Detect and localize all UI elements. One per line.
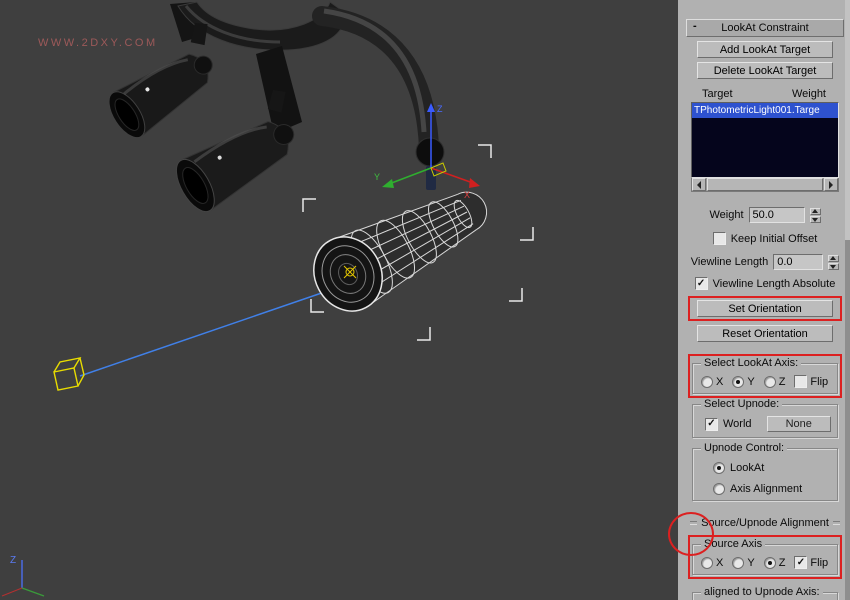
lookat-axis-flip-label: Flip: [810, 376, 828, 388]
source-axis-flip-label: Flip: [810, 557, 828, 569]
collapse-icon: -: [693, 20, 697, 32]
upnode-control-axis-alignment-label: Axis Alignment: [730, 483, 802, 495]
spin-down-icon[interactable]: [828, 263, 839, 270]
command-panel: - LookAt Constraint Add LookAt Target De…: [678, 0, 850, 600]
delete-lookat-target-button[interactable]: Delete LookAt Target: [697, 62, 833, 79]
gizmo-x-label: X: [464, 190, 470, 200]
spin-up-icon[interactable]: [828, 255, 839, 262]
aligned-to-upnode-axis-group: aligned to Upnode Axis:: [692, 592, 838, 600]
arrow-left-icon: [697, 181, 701, 189]
select-upnode-group: Select Upnode: World None: [692, 404, 838, 438]
lookat-axis-y-radio[interactable]: [732, 376, 744, 388]
weight-column-label: Weight: [792, 88, 826, 100]
target-column-label: Target: [702, 88, 733, 100]
list-horizontal-scrollbar[interactable]: [691, 178, 839, 192]
lookat-axis-z-label: Z: [779, 376, 786, 388]
weight-row: Weight: [686, 207, 844, 223]
viewline-length-label: Viewline Length: [691, 256, 768, 268]
source-axis-y-label: Y: [747, 557, 754, 569]
lookat-axis-y-label: Y: [747, 376, 754, 388]
viewport-canvas[interactable]: WWW.2DXY.COM: [0, 0, 678, 600]
viewline-absolute-label: Viewline Length Absolute: [713, 278, 836, 290]
select-upnode-title: Select Upnode:: [701, 398, 782, 410]
select-lookat-axis-title: Select LookAt Axis:: [701, 357, 801, 369]
rollout-title: LookAt Constraint: [721, 22, 808, 34]
weight-spinner[interactable]: [810, 208, 821, 223]
add-lookat-target-button[interactable]: Add LookAt Target: [697, 41, 833, 58]
source-axis-y-radio[interactable]: [732, 557, 744, 569]
viewline-length-spinner[interactable]: [828, 255, 839, 270]
list-header: Target Weight: [686, 88, 844, 102]
upnode-control-title: Upnode Control:: [701, 442, 787, 454]
spin-down-icon[interactable]: [810, 216, 821, 223]
gizmo-z-label: Z: [437, 104, 443, 114]
highlight-box-set-orientation: Set Orientation: [688, 296, 842, 321]
lookat-axis-x-radio[interactable]: [701, 376, 713, 388]
spin-up-icon[interactable]: [810, 208, 821, 215]
select-lookat-axis-group: Select LookAt Axis: X Y Z Flip: [692, 363, 838, 394]
world-checkbox[interactable]: [705, 418, 718, 431]
viewline-absolute-checkbox[interactable]: [695, 277, 708, 290]
lookat-axis-x-label: X: [716, 376, 723, 388]
upnode-control-lookat-label: LookAt: [730, 462, 764, 474]
gizmo-y-label: Y: [374, 172, 380, 182]
scroll-right-button[interactable]: [824, 178, 838, 191]
rollout-lookat-constraint[interactable]: - LookAt Constraint: [686, 19, 844, 37]
source-axis-title: Source Axis: [701, 538, 765, 550]
arrow-right-icon: [829, 181, 833, 189]
upnode-control-group: Upnode Control: LookAt Axis Alignment: [692, 448, 838, 501]
upnode-control-lookat-radio[interactable]: [713, 462, 725, 474]
target-list-item[interactable]: TPhotometricLight001.Targe: [692, 103, 838, 118]
highlight-box-source-axis: Source Axis X Y Z Flip: [688, 535, 842, 579]
scroll-left-button[interactable]: [692, 178, 706, 191]
source-axis-group: Source Axis X Y Z Flip: [692, 544, 838, 575]
viewline-length-row: Viewline Length: [686, 254, 844, 270]
source-axis-flip-checkbox[interactable]: [794, 556, 807, 569]
source-axis-x-label: X: [716, 557, 723, 569]
upnode-control-axis-alignment-radio[interactable]: [713, 483, 725, 495]
set-orientation-button[interactable]: Set Orientation: [697, 300, 833, 317]
application-window: WWW.2DXY.COM: [0, 0, 850, 600]
keep-initial-offset-checkbox[interactable]: [713, 232, 726, 245]
source-upnode-alignment-title: Source/Upnode Alignment: [701, 517, 829, 529]
weight-label: Weight: [709, 209, 743, 221]
keep-initial-offset-row: Keep Initial Offset: [686, 232, 844, 245]
source-axis-x-radio[interactable]: [701, 557, 713, 569]
keep-initial-offset-label: Keep Initial Offset: [731, 233, 818, 245]
3d-viewport[interactable]: WWW.2DXY.COM: [0, 0, 678, 600]
panel-scrollbar[interactable]: [845, 0, 850, 600]
source-axis-z-radio[interactable]: [764, 557, 776, 569]
world-label: World: [723, 418, 752, 430]
watermark: WWW.2DXY.COM: [38, 37, 158, 49]
lookat-axis-z-radio[interactable]: [764, 376, 776, 388]
target-list[interactable]: TPhotometricLight001.Targe: [691, 102, 839, 178]
highlight-box-lookat-axis: Select LookAt Axis: X Y Z Flip: [688, 354, 842, 398]
aligned-to-upnode-axis-title: aligned to Upnode Axis:: [701, 586, 823, 598]
viewline-length-input[interactable]: [773, 254, 823, 270]
light-filament-icon: [344, 266, 356, 278]
source-axis-z-label: Z: [779, 557, 786, 569]
weight-input[interactable]: [749, 207, 805, 223]
world-axis-z-label: Z: [10, 555, 16, 566]
scrollbar-thumb[interactable]: [707, 178, 823, 191]
reset-orientation-button[interactable]: Reset Orientation: [697, 325, 833, 342]
viewline-absolute-row: Viewline Length Absolute: [686, 277, 844, 290]
panel-scrollbar-thumb[interactable]: [845, 0, 850, 240]
none-button[interactable]: None: [767, 416, 831, 432]
lookat-axis-flip-checkbox[interactable]: [794, 375, 807, 388]
source-upnode-alignment-header[interactable]: Source/Upnode Alignment: [690, 517, 840, 529]
